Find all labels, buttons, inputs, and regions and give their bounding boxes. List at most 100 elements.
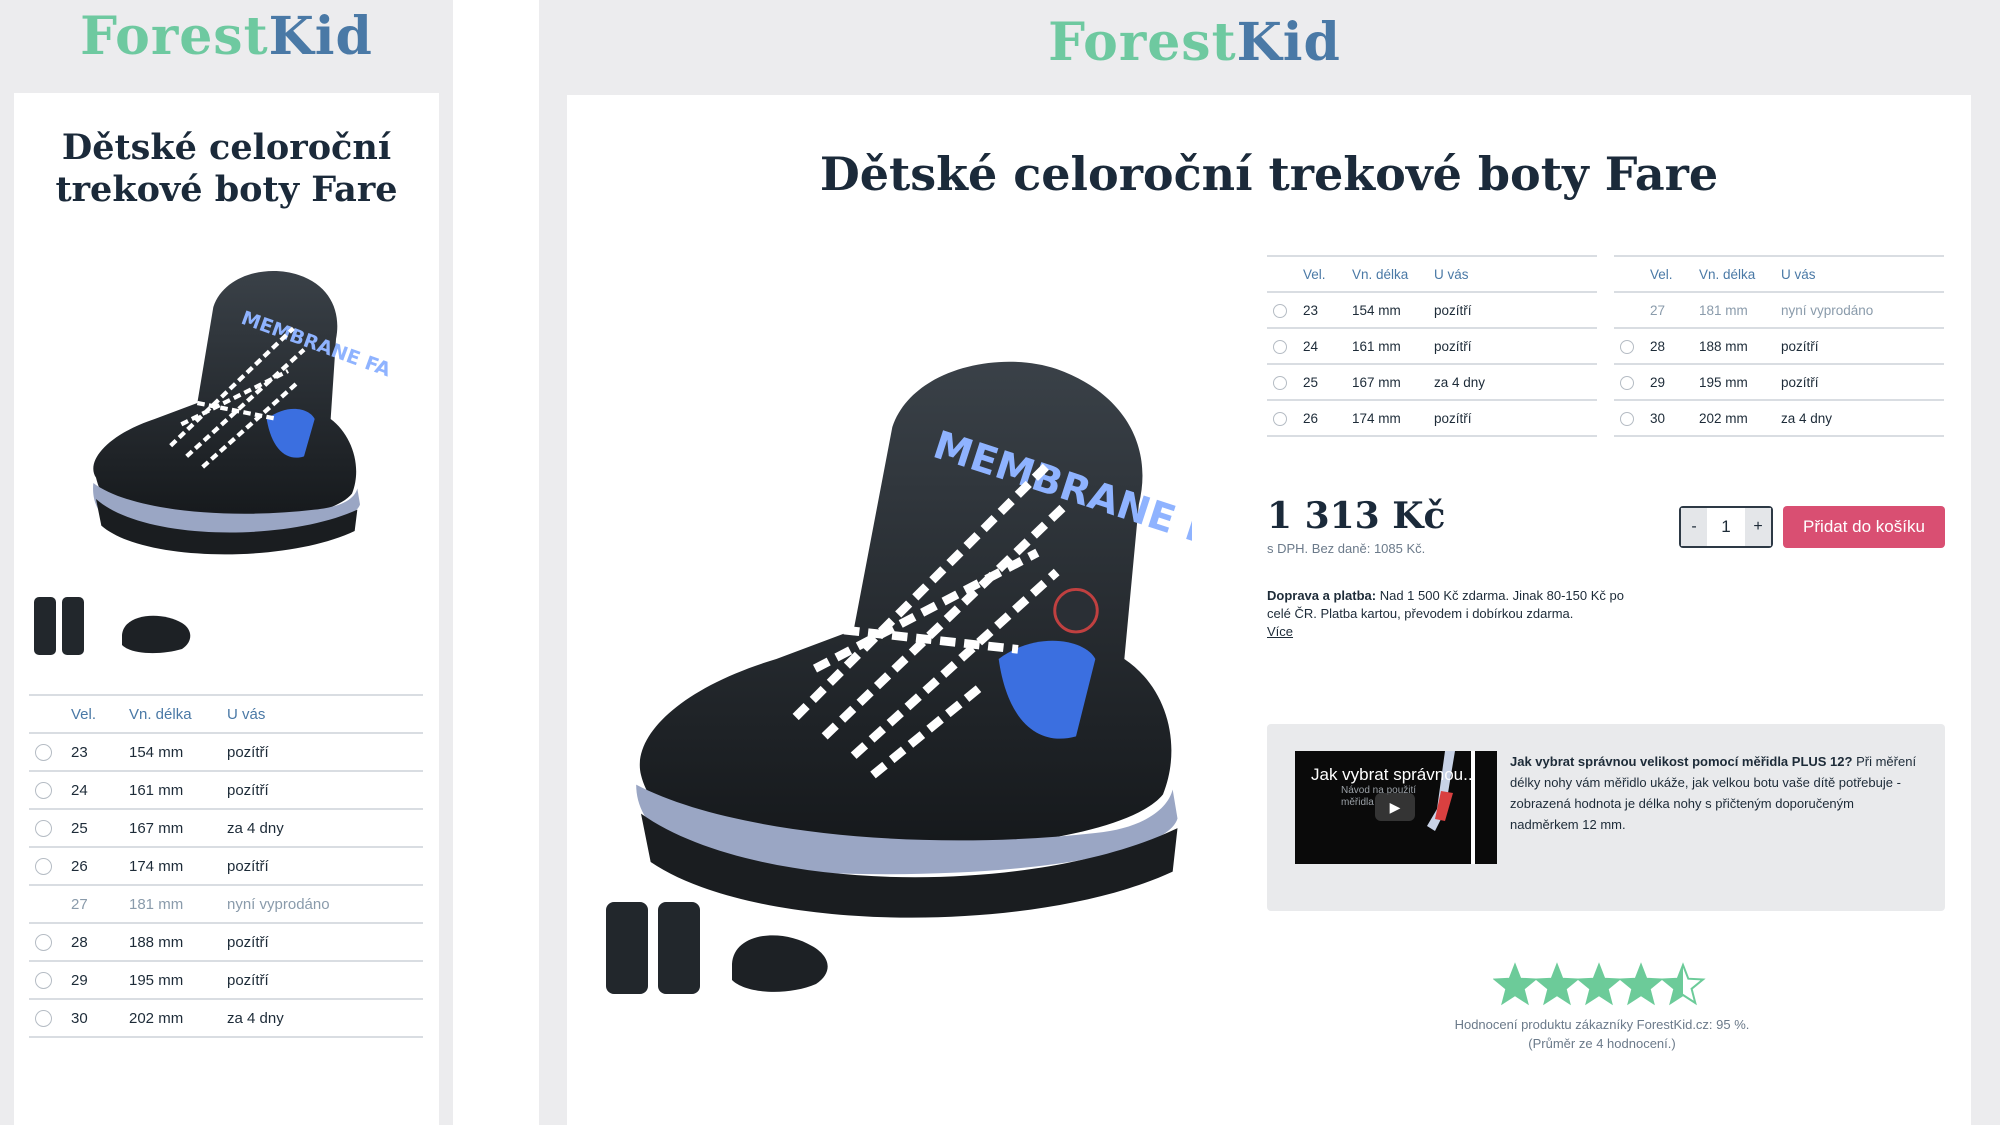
product-title: Dětské celoroční trekové boty Fare [819,147,1719,201]
size-value: 28 [71,922,129,961]
size-table-mobile: Vel. Vn. délka U vás 23 154 mm pozítří 24 1… [29,694,423,1038]
size-row-29[interactable]: 29 195 mm pozítří [29,960,423,999]
size-radio[interactable] [1273,375,1287,390]
availability-value: pozítří [1434,291,1597,328]
header-availability: U vás [1434,255,1597,292]
logo-part-kid: Kid [1236,12,1341,73]
availability-value: nyní vyprodáno [1781,291,1944,328]
star-icon [1493,962,1538,1006]
size-row-25[interactable]: 25 167 mm za 4 dny [29,808,423,847]
size-row-24[interactable]: 24 161 mm pozítří [29,770,423,809]
size-radio[interactable] [1620,375,1634,390]
availability-value: pozítří [227,846,423,885]
size-table-right: Vel. Vn. délka U vás 27 181 mm nyní vyprod… [1614,255,1944,437]
thumbnail-strip[interactable] [602,892,842,1002]
star-icon [1618,962,1664,1006]
size-radio[interactable] [35,971,52,989]
title-line-2: trekové boty Fare [55,169,398,210]
length-value: 154 mm [1352,291,1434,328]
availability-value: pozítří [1434,327,1597,364]
logo-mobile[interactable]: ForestKid [14,6,439,67]
desktop-product-card: Dětské celoroční trekové boty Fare MEMBR… [567,95,1971,1125]
video-thumb-title: Jak vybrat správnou.. [1311,765,1473,784]
qty-plus-button[interactable]: + [1745,508,1771,546]
header-availability: U vás [1781,255,1944,292]
size-row-24[interactable]: 24 161 mm pozítří [1267,327,1597,364]
length-value: 174 mm [1352,399,1434,437]
size-radio[interactable] [35,1009,52,1027]
size-value: 27 [1650,291,1699,328]
shipping-more-link[interactable]: Více [1267,624,1293,639]
header-length: Vn. délka [1699,255,1781,292]
header-size: Vel. [1650,255,1699,292]
size-value: 26 [1303,399,1352,437]
availability-value: pozítří [227,732,423,771]
qty-minus-button[interactable]: - [1681,508,1707,546]
size-value: 29 [1650,363,1699,400]
size-radio[interactable] [1620,339,1634,354]
size-radio[interactable] [35,819,52,837]
size-row-23[interactable]: 23 154 mm pozítří [29,732,423,771]
video-heading: Jak vybrat správnou velikost pomocí měři… [1510,754,1853,769]
logo-part-forest: Forest [1048,12,1237,73]
rating-summary: Hodnocení produktu zákazníky ForestKid.c… [1367,1015,1837,1053]
length-value: 181 mm [1699,291,1781,328]
size-radio[interactable] [35,781,52,799]
size-value: 25 [1303,363,1352,400]
length-value: 195 mm [1699,363,1781,400]
size-row-27: 27 181 mm nyní vyprodáno [1614,291,1944,328]
size-value: 27 [71,884,129,923]
size-value: 23 [1303,291,1352,328]
video-description: Jak vybrat správnou velikost pomocí měři… [1510,751,1922,835]
size-radio[interactable] [1273,411,1287,426]
size-row-28[interactable]: 28 188 mm pozítří [29,922,423,961]
rating-line-2: (Průměr ze 4 hodnocení.) [1528,1036,1676,1051]
size-row-29[interactable]: 29 195 mm pozítří [1614,363,1944,400]
size-value: 30 [71,998,129,1038]
availability-value: pozítří [1434,399,1597,437]
size-radio[interactable] [1620,411,1634,426]
size-row-26[interactable]: 26 174 mm pozítří [1267,399,1597,437]
availability-value: za 4 dny [1781,399,1944,437]
length-value: 195 mm [129,960,227,999]
preview-gap [453,0,539,1125]
length-value: 167 mm [1352,363,1434,400]
size-radio[interactable] [1273,339,1287,354]
logo-part-forest: Forest [80,6,269,67]
price: 1 313 Kč [1267,495,1446,537]
logo-desktop[interactable]: ForestKid [539,12,2000,73]
size-value: 25 [71,808,129,847]
size-row-26[interactable]: 26 174 mm pozítří [29,846,423,885]
size-value: 26 [71,846,129,885]
mobile-product-card: Dětské celoroční trekové boty Fare MEMBR… [14,93,439,1125]
size-row-30[interactable]: 30 202 mm za 4 dny [29,998,423,1038]
size-row-30[interactable]: 30 202 mm za 4 dny [1614,399,1944,437]
header-size: Vel. [71,694,129,733]
length-value: 154 mm [129,732,227,771]
size-radio[interactable] [35,933,52,951]
length-value: 174 mm [129,846,227,885]
size-radio[interactable] [35,857,52,875]
size-radio[interactable] [35,743,52,761]
product-image[interactable]: MEMBRANE FARE [612,270,1192,990]
size-row-28[interactable]: 28 188 mm pozítří [1614,327,1944,364]
video-thumbnail[interactable]: Jak vybrat správnou.. Návod na použití m… [1295,751,1497,864]
play-icon[interactable]: ▶ [1375,793,1415,821]
length-value: 161 mm [129,770,227,809]
qty-value[interactable]: 1 [1707,517,1745,537]
product-image-mobile[interactable]: MEMBRANE FARE [59,243,389,563]
header-availability: U vás [227,694,423,733]
quantity-stepper[interactable]: - 1 + [1679,506,1773,548]
size-value: 30 [1650,399,1699,437]
length-value: 202 mm [129,998,227,1038]
size-row-25[interactable]: 25 167 mm za 4 dny [1267,363,1597,400]
add-to-cart-button[interactable]: Přidat do košíku [1783,506,1945,548]
product-title-mobile: Dětské celoroční trekové boty Fare [14,127,439,211]
star-icon [1576,962,1622,1006]
size-row-23[interactable]: 23 154 mm pozítří [1267,291,1597,328]
size-radio[interactable] [1273,303,1287,318]
size-value: 24 [71,770,129,809]
availability-value: za 4 dny [1434,363,1597,400]
thumbnail-strip-mobile[interactable] [32,593,232,663]
length-value: 181 mm [129,884,227,923]
